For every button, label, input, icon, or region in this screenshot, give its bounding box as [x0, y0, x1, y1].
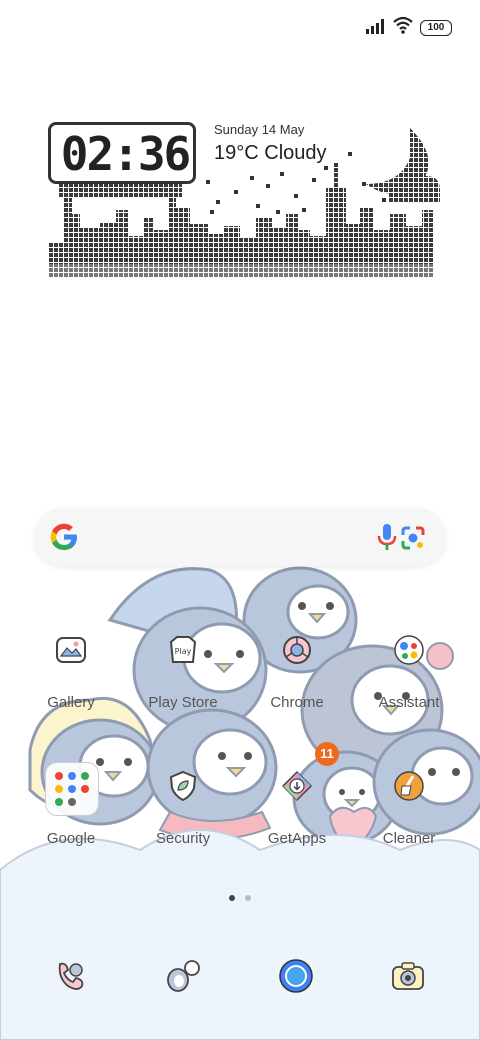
- assistant-icon: [394, 635, 424, 665]
- clock-weather-widget[interactable]: 02:36 Sunday 14 May 19°C Cloudy: [44, 118, 440, 290]
- browser-icon[interactable]: [278, 958, 314, 994]
- phone-icon[interactable]: [52, 958, 88, 994]
- app-label: Gallery: [47, 694, 95, 711]
- getapps-icon: [281, 770, 313, 802]
- messages-icon[interactable]: [164, 958, 200, 994]
- play-store-icon: Play: [169, 636, 197, 663]
- folder-icon: [45, 762, 99, 816]
- app-label: Cleaner: [382, 830, 436, 847]
- app-label: Assistant: [378, 694, 440, 711]
- page-dot[interactable]: [245, 895, 251, 901]
- chrome-icon: [283, 636, 311, 664]
- app-chrome[interactable]: Chrome: [242, 634, 352, 734]
- app-assistant[interactable]: Assistant: [354, 634, 464, 734]
- lens-icon[interactable]: [400, 525, 426, 551]
- gallery-icon: [56, 637, 86, 663]
- app-security[interactable]: Security: [128, 770, 238, 870]
- svg-text:Play: Play: [175, 647, 192, 656]
- app-play-store[interactable]: Play Play Store: [128, 634, 238, 734]
- app-google-folder[interactable]: Google: [16, 762, 126, 870]
- cleaner-icon: [394, 771, 424, 801]
- security-icon: [169, 770, 197, 802]
- app-label: Chrome: [270, 694, 324, 711]
- date-label: Sunday 14 May: [214, 122, 305, 137]
- app-cleaner[interactable]: Cleaner: [354, 770, 464, 870]
- app-getapps[interactable]: 11 GetApps: [242, 742, 352, 870]
- camera-icon[interactable]: [390, 958, 426, 994]
- app-label: Google: [46, 830, 96, 847]
- notification-badge: 11: [315, 742, 339, 766]
- app-label: Security: [155, 830, 211, 847]
- google-search-bar[interactable]: [34, 508, 446, 566]
- app-gallery[interactable]: Gallery: [16, 634, 126, 734]
- status-bar: 100: [0, 0, 480, 56]
- google-g-icon: [50, 523, 77, 550]
- clock-time: 02:36: [60, 127, 191, 181]
- app-label: GetApps: [267, 830, 327, 847]
- battery-indicator: 100: [420, 20, 452, 36]
- weather-label: 19°C Cloudy: [214, 142, 327, 164]
- page-dot-active[interactable]: [229, 895, 235, 901]
- mic-icon[interactable]: [376, 522, 398, 552]
- wifi-icon: [393, 16, 413, 34]
- app-label: Play Store: [148, 694, 218, 711]
- signal-icon: [366, 19, 384, 34]
- clock-frame: 02:36: [48, 122, 196, 184]
